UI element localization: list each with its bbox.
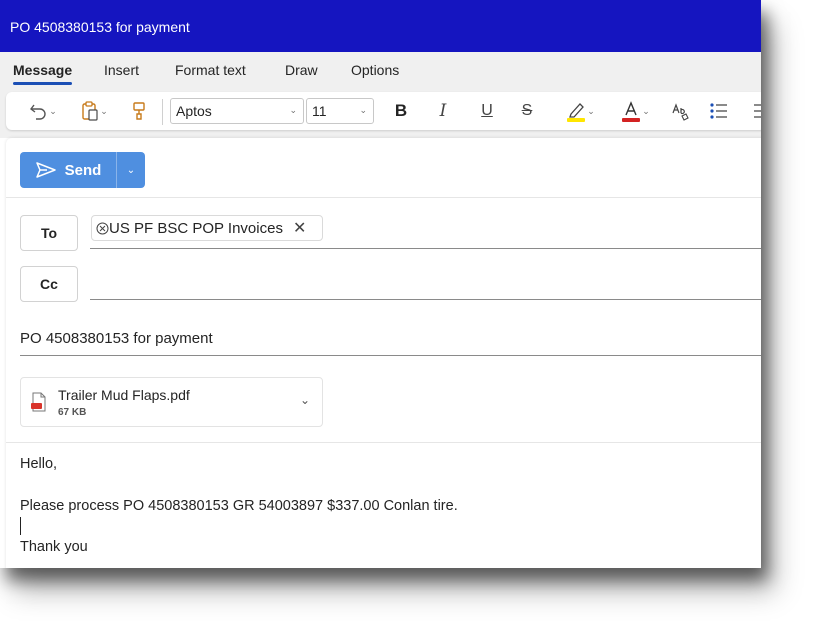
chevron-down-icon: ⌄: [100, 105, 108, 116]
italic-button[interactable]: I: [432, 97, 454, 125]
body-line: Please process PO 4508380153 GR 54003897…: [20, 498, 458, 514]
ribbon-separator: [162, 99, 163, 125]
clear-formatting-icon: [672, 103, 689, 121]
recipient-name: US PF BSC POP Invoices: [109, 219, 283, 237]
attachment-card[interactable]: Trailer Mud Flaps.pdf 67 KB ⌄: [20, 377, 323, 427]
send-label: Send: [64, 161, 102, 179]
undo-icon: [30, 104, 46, 120]
group-icon: [96, 222, 109, 234]
attachment-name: Trailer Mud Flaps.pdf: [58, 387, 190, 403]
cc-label: Cc: [40, 276, 58, 292]
bulleted-list-icon: [710, 103, 727, 119]
chevron-down-icon: ⌄: [642, 105, 650, 116]
underline-icon: U: [481, 102, 493, 119]
window-title: PO 4508380153 for payment: [10, 19, 190, 35]
bullets-button[interactable]: [706, 97, 732, 125]
tab-message[interactable]: Message: [13, 62, 73, 85]
compose-window: PO 4508380153 for payment Message Insert…: [0, 0, 761, 568]
to-label: To: [40, 225, 58, 241]
body-line: Thank you: [20, 539, 88, 555]
cc-button[interactable]: Cc: [20, 266, 78, 302]
clear-formatting-button[interactable]: [668, 97, 694, 125]
format-painter-button[interactable]: [126, 97, 152, 125]
divider: [6, 197, 761, 198]
format-painter-icon: [133, 102, 145, 120]
send-button[interactable]: Send: [20, 152, 116, 188]
title-bar: PO 4508380153 for payment: [0, 0, 761, 52]
chevron-down-icon: ⌄: [289, 105, 297, 115]
font-name-value: Aptos: [176, 103, 212, 119]
tab-format-text[interactable]: Format text: [175, 62, 246, 78]
font-color-icon: [622, 101, 641, 122]
recipient-chip[interactable]: US PF BSC POP Invoices ✕: [91, 215, 323, 241]
cc-input[interactable]: [90, 266, 761, 298]
send-split-button: Send ⌄: [20, 152, 145, 188]
tab-insert[interactable]: Insert: [104, 62, 139, 78]
tab-options[interactable]: Options: [351, 62, 399, 78]
numbered-list-icon: [754, 104, 761, 118]
ribbon-tabs: Message Insert Format text Draw Options: [0, 52, 761, 90]
font-name-dropdown[interactable]: Aptos ⌄: [170, 98, 304, 124]
body-line: Hello,: [20, 456, 58, 472]
chevron-down-icon[interactable]: ⌄: [300, 393, 310, 407]
subject-field[interactable]: PO 4508380153 for payment: [20, 330, 213, 347]
font-size-value: 11: [312, 103, 327, 119]
bold-button[interactable]: B: [390, 97, 412, 125]
text-cursor: [20, 517, 21, 535]
chevron-down-icon: ⌄: [359, 105, 367, 115]
strikethrough-button[interactable]: S: [516, 97, 538, 125]
highlighter-icon: [567, 103, 586, 122]
tab-draw[interactable]: Draw: [285, 62, 318, 78]
undo-button[interactable]: ⌄: [20, 97, 64, 125]
divider: [6, 442, 761, 443]
cc-field-underline: [90, 299, 761, 300]
send-icon: [35, 162, 56, 178]
remove-recipient-icon[interactable]: ✕: [293, 218, 306, 238]
font-size-dropdown[interactable]: 11 ⌄: [306, 98, 374, 124]
strikethrough-icon: S: [521, 102, 533, 119]
to-field-underline: [90, 248, 761, 249]
clipboard-icon: [82, 101, 98, 121]
attachment-size: 67 KB: [58, 407, 87, 418]
paste-button[interactable]: ⌄: [72, 97, 116, 125]
chevron-down-icon: ⌄: [587, 105, 595, 116]
underline-button[interactable]: U: [476, 97, 498, 125]
numbering-button[interactable]: [748, 97, 761, 125]
highlight-button[interactable]: ⌄: [558, 97, 602, 125]
ribbon-toolbar: ⌄ ⌄ Aptos ⌄ 11 ⌄ B I U S ⌄ ⌄: [6, 92, 761, 130]
chevron-down-icon: ⌄: [49, 105, 57, 116]
subject-underline: [20, 355, 761, 356]
to-button[interactable]: To: [20, 215, 78, 251]
to-input[interactable]: [330, 215, 761, 245]
pdf-file-icon: [31, 392, 46, 412]
chevron-down-icon: ⌄: [126, 164, 136, 176]
send-options-button[interactable]: ⌄: [117, 165, 145, 176]
font-color-button[interactable]: ⌄: [614, 97, 656, 125]
italic-icon: I: [439, 101, 447, 121]
bold-icon: B: [394, 101, 408, 120]
